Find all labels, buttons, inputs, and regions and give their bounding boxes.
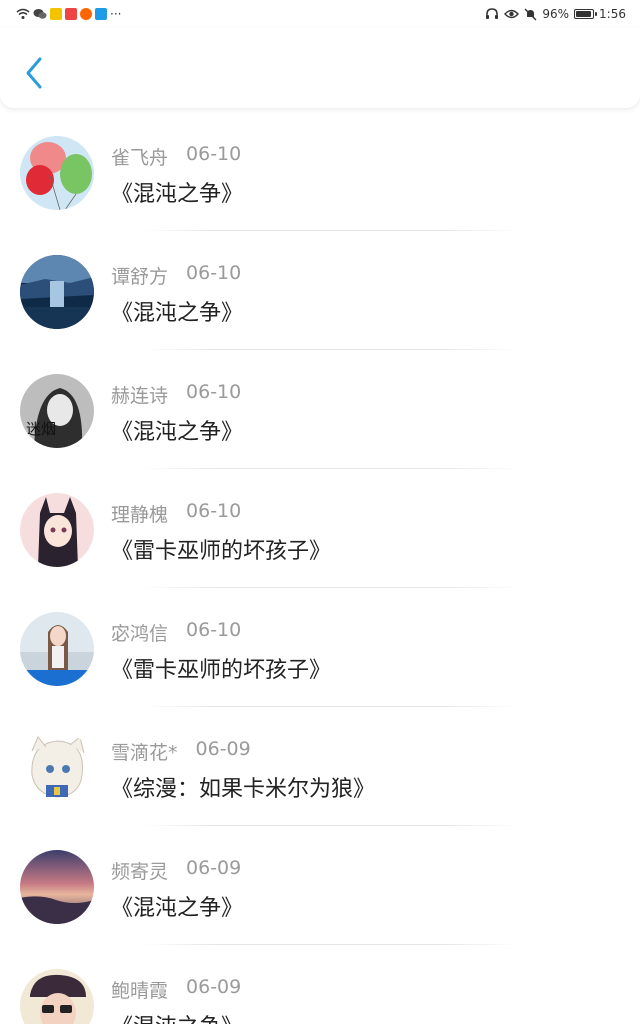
status-left: ··· — [16, 7, 121, 21]
list-item[interactable]: 理静槐 06-10 《雷卡巫师的坏孩子》 — [0, 469, 640, 588]
user-name: 鲍晴霞 — [111, 980, 169, 1002]
item-date: 06-10 — [186, 619, 242, 641]
avatar — [20, 969, 94, 1024]
avatar — [20, 255, 94, 329]
item-date: 06-09 — [186, 857, 242, 879]
avatar — [20, 493, 94, 567]
user-name: 雀飞舟 — [111, 147, 169, 169]
battery-icon — [574, 9, 598, 19]
item-meta: 宓鸿信 06-10 — [111, 619, 241, 646]
book-title: 《混沌之争》 — [111, 896, 244, 921]
item-meta: 雀飞舟 06-10 — [111, 143, 241, 170]
book-title: 《混沌之争》 — [111, 420, 244, 445]
avatar — [20, 136, 94, 210]
back-button[interactable] — [16, 48, 52, 98]
list-item[interactable]: 雀飞舟 06-10 《混沌之争》 — [0, 112, 640, 231]
avatar — [20, 850, 94, 924]
item-date: 06-10 — [186, 500, 242, 522]
user-name: 赫连诗 — [111, 385, 169, 407]
book-title: 《混沌之争》 — [111, 301, 244, 326]
list-item[interactable]: 频寄灵 06-09 《混沌之争》 — [0, 826, 640, 945]
list-item[interactable]: 迷烟 赫连诗 06-10 《混沌之争》 — [0, 350, 640, 469]
book-title: 《雷卡巫师的坏孩子》 — [111, 658, 332, 683]
wechat-icon — [33, 9, 47, 19]
item-meta: 雪滴花* 06-09 — [111, 738, 251, 765]
app-icon-red — [65, 8, 77, 20]
list-item[interactable]: 雪滴花* 06-09 《综漫：如果卡米尔为狼》 — [0, 707, 640, 826]
book-title: 《混沌之争》 — [111, 182, 244, 207]
list-item[interactable]: 谭舒方 06-10 《混沌之争》 — [0, 231, 640, 350]
user-name: 谭舒方 — [111, 266, 169, 288]
user-name: 雪滴花* — [111, 742, 178, 764]
wifi-icon — [16, 8, 30, 19]
avatar-caption: 迷烟 — [26, 420, 56, 438]
avatar: 迷烟 — [20, 374, 94, 448]
battery-fill — [576, 11, 592, 17]
item-meta: 谭舒方 06-10 — [111, 262, 241, 289]
user-name: 理静槐 — [111, 504, 169, 526]
mute-bell-icon — [524, 8, 537, 20]
weibo-icon — [80, 8, 92, 20]
item-date: 06-10 — [186, 262, 242, 284]
book-title: 《混沌之争》 — [111, 1009, 243, 1024]
item-date: 06-10 — [186, 143, 242, 165]
item-meta: 赫连诗 06-10 — [111, 381, 241, 408]
eye-icon — [504, 9, 520, 19]
book-title: 《综漫：如果卡米尔为狼》 — [111, 777, 376, 802]
book-title: 《雷卡巫师的坏孩子》 — [111, 539, 332, 564]
item-meta: 理静槐 06-10 — [111, 500, 241, 527]
headphones-icon — [486, 8, 499, 19]
avatar — [20, 731, 94, 805]
item-date: 06-10 — [186, 381, 242, 403]
item-meta: 鲍晴霞 06-09 — [111, 976, 241, 1003]
item-date: 06-09 — [186, 976, 242, 998]
list-item[interactable]: 鲍晴霞 06-09 《混沌之争》 — [0, 945, 640, 1024]
user-name: 频寄灵 — [111, 861, 169, 883]
app-icon-t — [50, 8, 62, 20]
avatar — [20, 612, 94, 686]
record-list: 雀飞舟 06-10 《混沌之争》 谭舒方 06-10 《混沌之争》 迷烟 赫连诗… — [0, 112, 640, 1024]
item-meta: 频寄灵 06-09 — [111, 857, 241, 884]
search-app-icon — [95, 8, 107, 20]
battery-percent: 96% — [542, 7, 570, 21]
list-item[interactable]: 宓鸿信 06-10 《雷卡巫师的坏孩子》 — [0, 588, 640, 707]
status-bar: ··· 96% 1:56 — [0, 0, 640, 28]
item-date: 06-09 — [195, 738, 251, 760]
status-more: ··· — [110, 7, 122, 21]
user-name: 宓鸿信 — [111, 623, 169, 645]
header — [0, 28, 640, 108]
clock: 1:56 — [599, 7, 626, 21]
chevron-left-icon — [26, 57, 42, 89]
status-right: 96% 1:56 — [485, 7, 626, 21]
